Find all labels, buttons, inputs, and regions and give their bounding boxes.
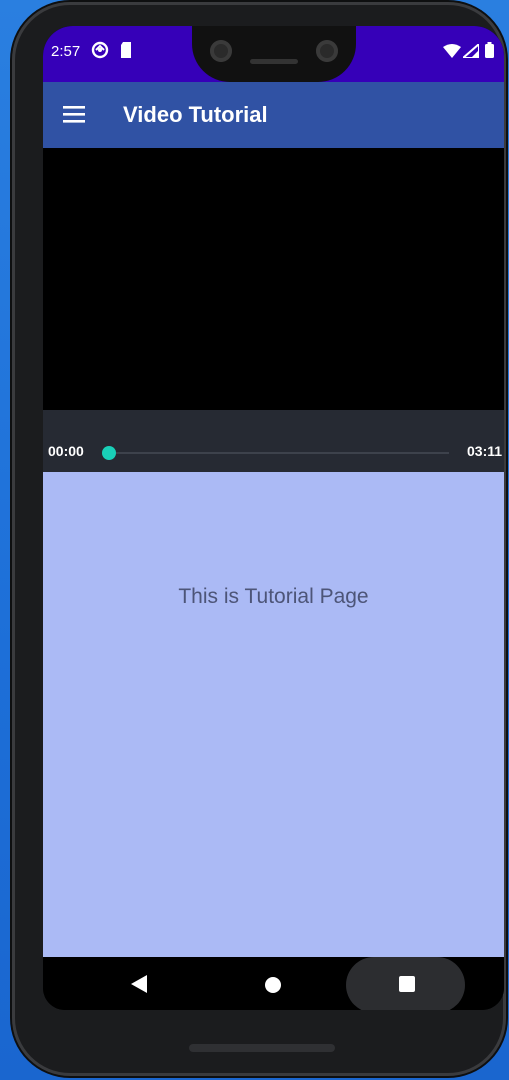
recents-icon[interactable] (399, 976, 415, 992)
player-controls-bar (43, 410, 504, 472)
front-sensor (316, 40, 338, 62)
back-icon[interactable] (131, 975, 147, 998)
wifi-icon (443, 44, 461, 63)
home-indicator (189, 1044, 335, 1052)
front-camera (210, 40, 232, 62)
home-icon[interactable] (265, 977, 281, 993)
hamburger-menu-icon[interactable] (63, 104, 85, 124)
phone-frame: 2:57 Video Tutorial 00:00 03:11 This is … (12, 2, 506, 1076)
current-time: 00:00 (48, 443, 84, 459)
seek-bar[interactable] (109, 452, 449, 454)
sd-card-icon (119, 41, 133, 64)
earpiece-speaker (250, 59, 298, 64)
navigation-bar (43, 957, 504, 1010)
tutorial-content: This is Tutorial Page (43, 472, 504, 957)
sync-icon (91, 41, 109, 64)
app-bar: Video Tutorial (43, 82, 504, 148)
signal-icon (460, 41, 480, 63)
tutorial-page-text: This is Tutorial Page (178, 585, 369, 608)
status-time: 2:57 (51, 43, 81, 60)
video-surface[interactable] (43, 148, 504, 435)
device-screen: 2:57 Video Tutorial 00:00 03:11 This is … (43, 26, 504, 1010)
camera-notch (192, 26, 356, 82)
seek-thumb[interactable] (102, 446, 116, 460)
duration: 03:11 (467, 443, 503, 459)
status-bar: 2:57 (43, 26, 504, 82)
battery-icon (485, 42, 494, 63)
app-title: Video Tutorial (123, 102, 268, 127)
